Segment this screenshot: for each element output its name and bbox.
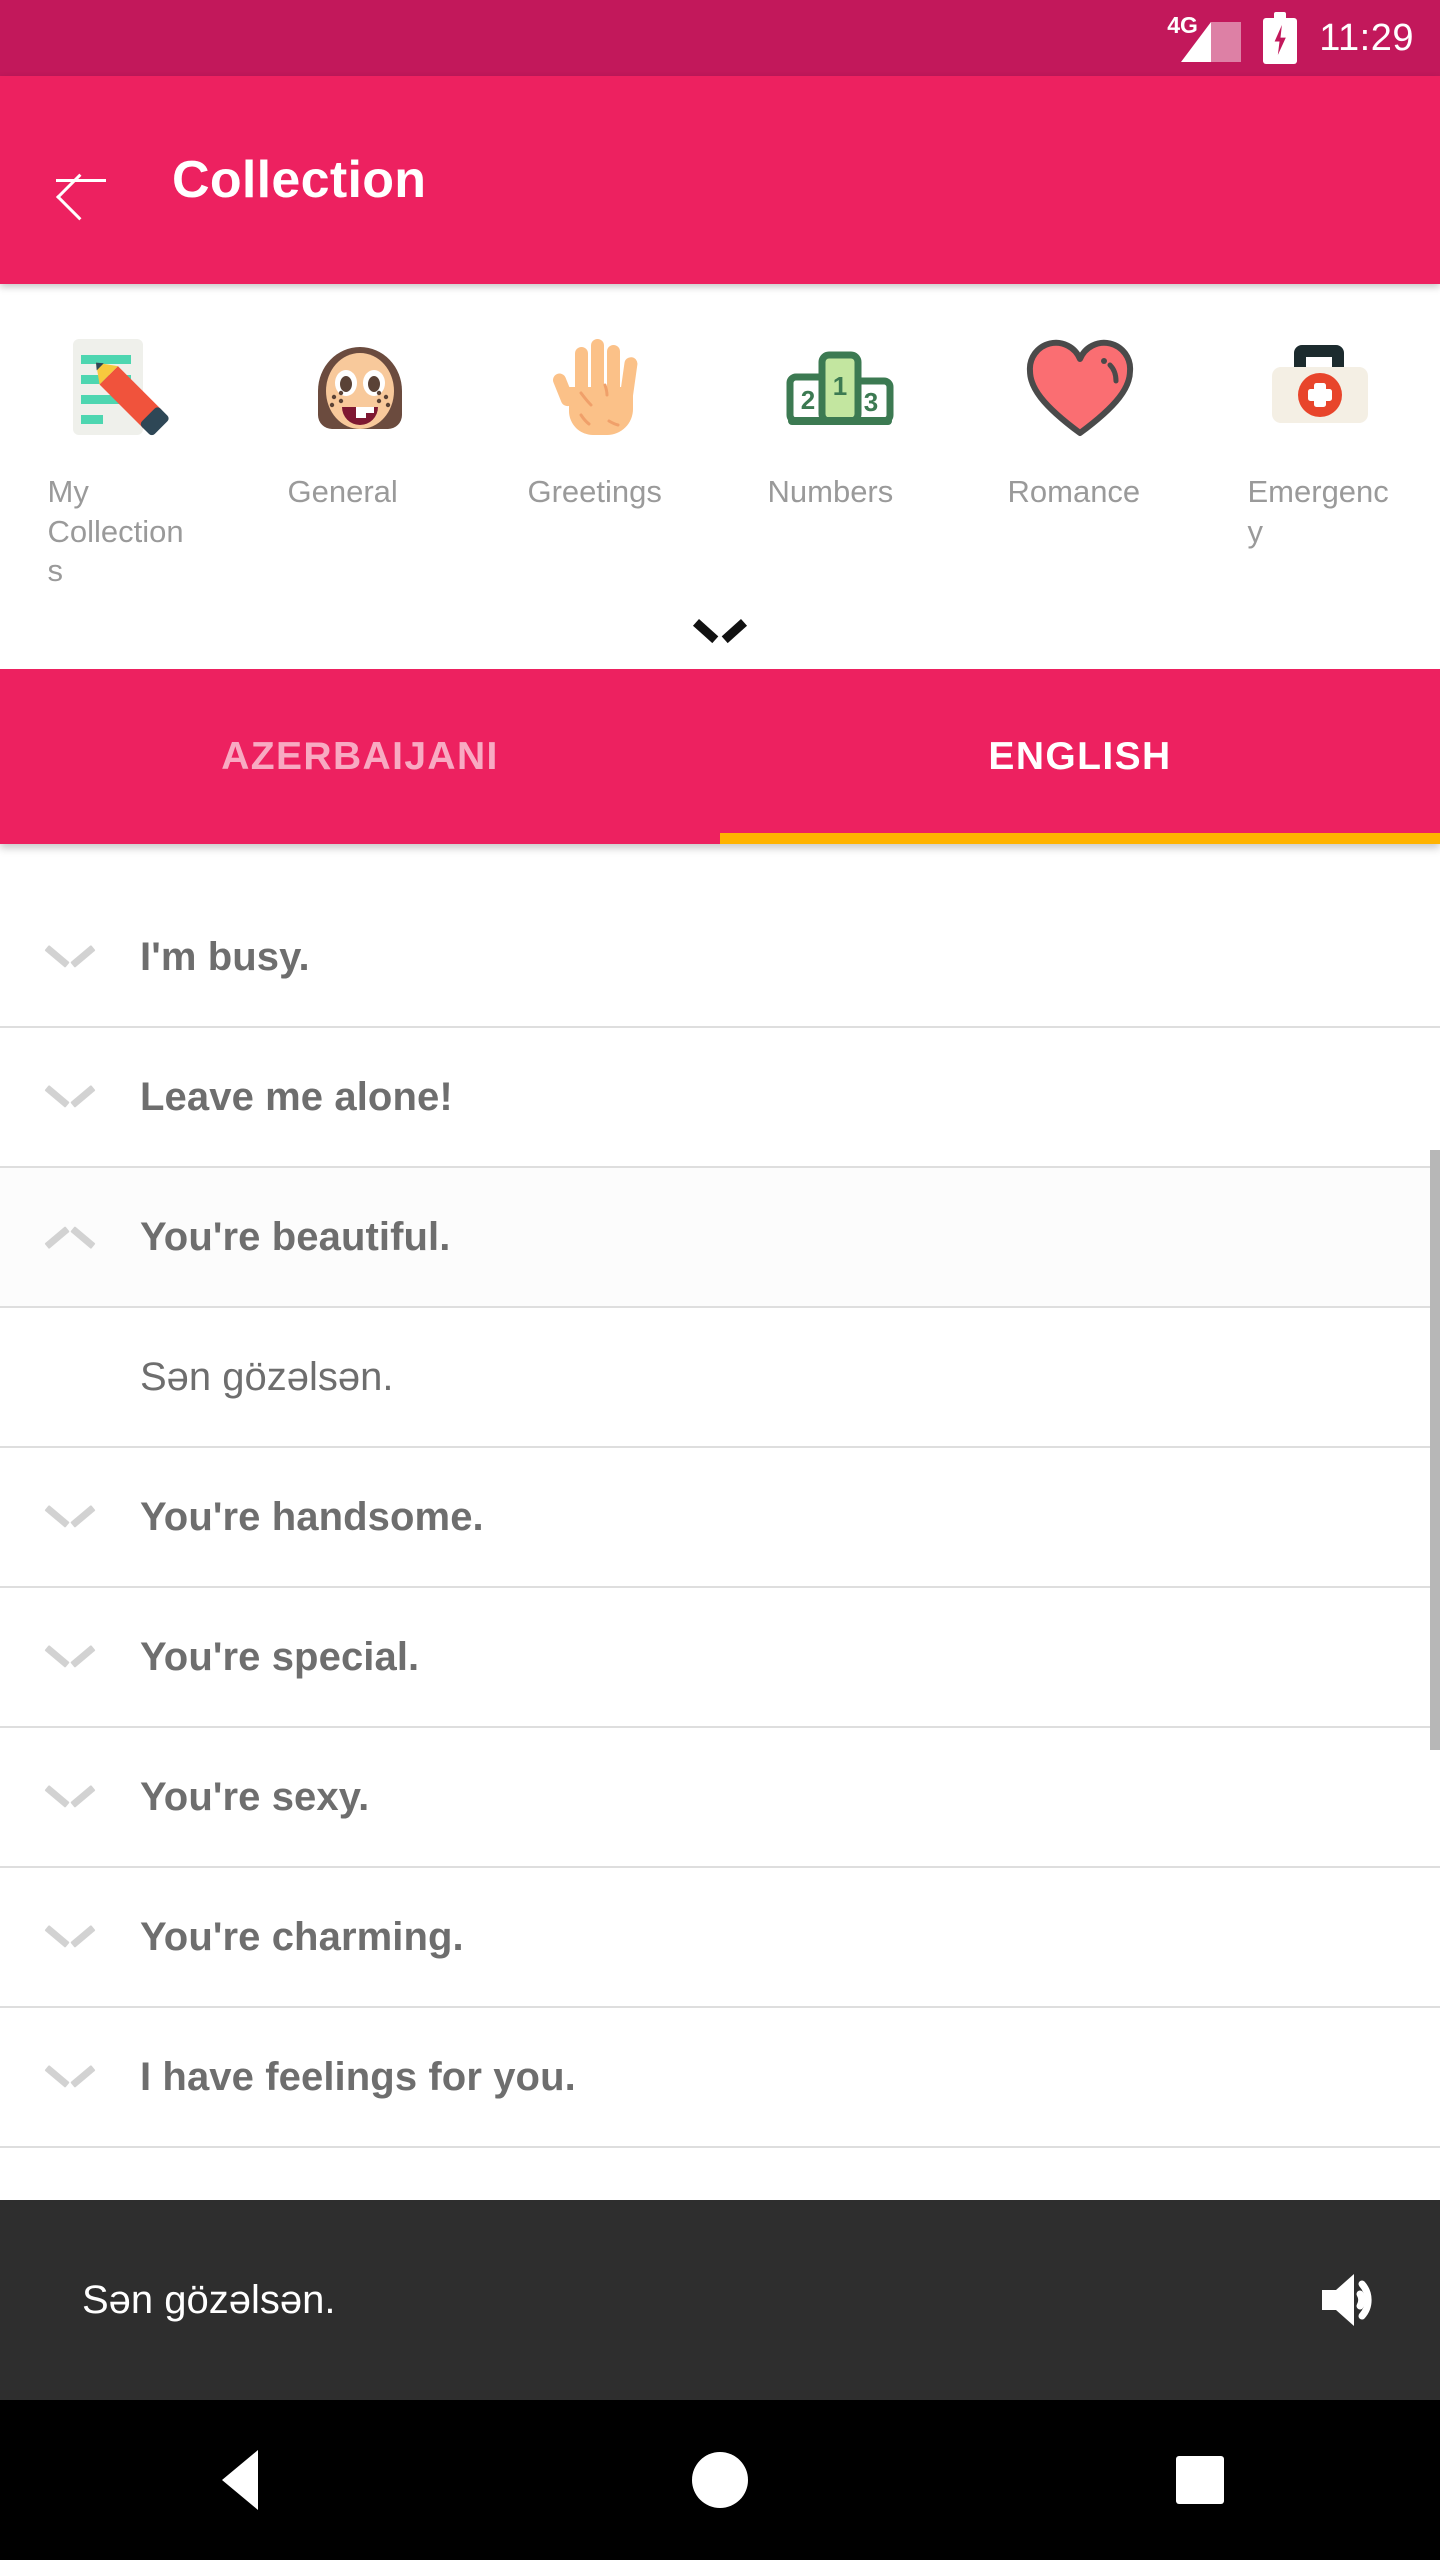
podium-icon: 2 1 3 bbox=[766, 314, 914, 464]
chevron-down-icon bbox=[44, 1785, 96, 1809]
battery-charging-icon bbox=[1263, 12, 1298, 64]
list-item[interactable]: You're charming. bbox=[0, 1868, 1440, 2008]
svg-text:1: 1 bbox=[833, 371, 847, 401]
chevron-down-icon bbox=[44, 1925, 96, 1949]
category-label: Emergency bbox=[1247, 474, 1389, 549]
chevron-down-icon bbox=[44, 1505, 96, 1529]
phrase-text: You're beautiful. bbox=[140, 1214, 451, 1259]
signal-bar-filled bbox=[1181, 22, 1212, 62]
list-item[interactable]: You're sexy. bbox=[0, 1728, 1440, 1868]
player-phrase-text: Sən gözəlsən. bbox=[82, 2277, 336, 2322]
signal-bar-background bbox=[1211, 22, 1242, 62]
nav-back-button[interactable] bbox=[0, 2450, 480, 2510]
expand-toggle[interactable] bbox=[0, 1505, 140, 1529]
phrase-text: You're handsome. bbox=[140, 1494, 484, 1539]
tab-label: ENGLISH bbox=[988, 734, 1172, 778]
phrase-text: I'm busy. bbox=[140, 934, 310, 979]
heart-icon bbox=[1006, 314, 1154, 464]
phrase-text: You're sexy. bbox=[140, 1774, 370, 1819]
android-navigation-bar bbox=[0, 2400, 1440, 2560]
translation-text: Sən gözəlsən. bbox=[140, 1354, 394, 1399]
category-label: My Collections bbox=[47, 474, 184, 589]
chevron-down-icon bbox=[44, 945, 96, 969]
phrase-text: I have feelings for you. bbox=[140, 2054, 576, 2099]
chevron-down-icon bbox=[44, 2065, 96, 2089]
expand-toggle[interactable] bbox=[0, 1085, 140, 1109]
collapse-toggle[interactable] bbox=[0, 1225, 140, 1249]
category-item-emergency[interactable]: Emergency bbox=[1200, 314, 1440, 591]
expand-toggle[interactable] bbox=[0, 1785, 140, 1809]
expand-toggle[interactable] bbox=[0, 1925, 140, 1949]
svg-text:2: 2 bbox=[801, 385, 815, 415]
first-aid-kit-icon bbox=[1246, 314, 1394, 464]
tab-label: AZERBAIJANI bbox=[221, 734, 499, 778]
scrollbar-thumb[interactable] bbox=[1430, 1150, 1440, 1750]
expand-toggle[interactable] bbox=[0, 1645, 140, 1669]
language-tab-bar: AZERBAIJANI ENGLISH bbox=[0, 669, 1440, 845]
list-item[interactable]: I have feelings for you. bbox=[0, 2008, 1440, 2148]
chevron-down-icon bbox=[44, 1645, 96, 1669]
square-recents-icon bbox=[1176, 2456, 1224, 2504]
expand-toggle[interactable] bbox=[0, 945, 140, 969]
signal-bars-icon: 4G bbox=[1167, 14, 1242, 62]
back-arrow-icon[interactable] bbox=[52, 151, 110, 209]
app-bar: Collection bbox=[0, 76, 1440, 284]
nav-home-button[interactable] bbox=[480, 2452, 960, 2508]
category-row: My Collections General Greetings 2 1 3 N… bbox=[0, 314, 1440, 591]
tab-english[interactable]: ENGLISH bbox=[720, 669, 1440, 845]
category-label: Greetings bbox=[527, 474, 662, 509]
list-item[interactable]: You're beautiful. bbox=[0, 1168, 1440, 1308]
raised-hand-icon bbox=[526, 314, 674, 464]
phrase-text: You're charming. bbox=[140, 1914, 464, 1959]
chevron-down-icon bbox=[700, 619, 740, 641]
memo-pencil-icon bbox=[46, 314, 194, 464]
triangle-back-icon bbox=[222, 2450, 258, 2510]
audio-player-bar: Sən gözəlsən. bbox=[0, 2200, 1440, 2400]
girl-face-icon bbox=[286, 314, 434, 464]
status-bar-clock: 11:29 bbox=[1319, 17, 1414, 59]
list-item[interactable]: You're special. bbox=[0, 1588, 1440, 1728]
status-bar: 4G 11:29 bbox=[0, 0, 1440, 76]
expand-toggle[interactable] bbox=[0, 2065, 140, 2089]
list-item[interactable]: I'm busy. bbox=[0, 888, 1440, 1028]
circle-home-icon bbox=[692, 2452, 748, 2508]
category-label: Romance bbox=[1007, 474, 1141, 509]
category-strip: My Collections General Greetings 2 1 3 N… bbox=[0, 284, 1440, 670]
category-label: General bbox=[287, 474, 398, 509]
page-title: Collection bbox=[172, 151, 427, 209]
category-label: Numbers bbox=[767, 474, 894, 509]
chevron-up-icon bbox=[44, 1225, 96, 1249]
categories-expand-button[interactable] bbox=[0, 591, 1440, 669]
list-item[interactable]: You're handsome. bbox=[0, 1448, 1440, 1588]
volume-up-icon[interactable] bbox=[1312, 2262, 1388, 2338]
category-item-romance[interactable]: Romance bbox=[960, 314, 1200, 591]
category-item-general[interactable]: General bbox=[240, 314, 480, 591]
translation-row[interactable]: Sən gözəlsən. bbox=[0, 1308, 1440, 1448]
nav-recents-button[interactable] bbox=[960, 2456, 1440, 2504]
list-item[interactable]: Leave me alone! bbox=[0, 1028, 1440, 1168]
phrase-text: You're special. bbox=[140, 1634, 420, 1679]
category-item-greetings[interactable]: Greetings bbox=[480, 314, 720, 591]
tab-azerbaijani[interactable]: AZERBAIJANI bbox=[0, 669, 720, 844]
category-item-my-collections[interactable]: My Collections bbox=[0, 314, 240, 591]
phrase-text: Leave me alone! bbox=[140, 1074, 453, 1119]
chevron-down-icon bbox=[44, 1085, 96, 1109]
svg-text:3: 3 bbox=[864, 387, 878, 417]
category-item-numbers[interactable]: 2 1 3 Numbers bbox=[720, 314, 960, 591]
